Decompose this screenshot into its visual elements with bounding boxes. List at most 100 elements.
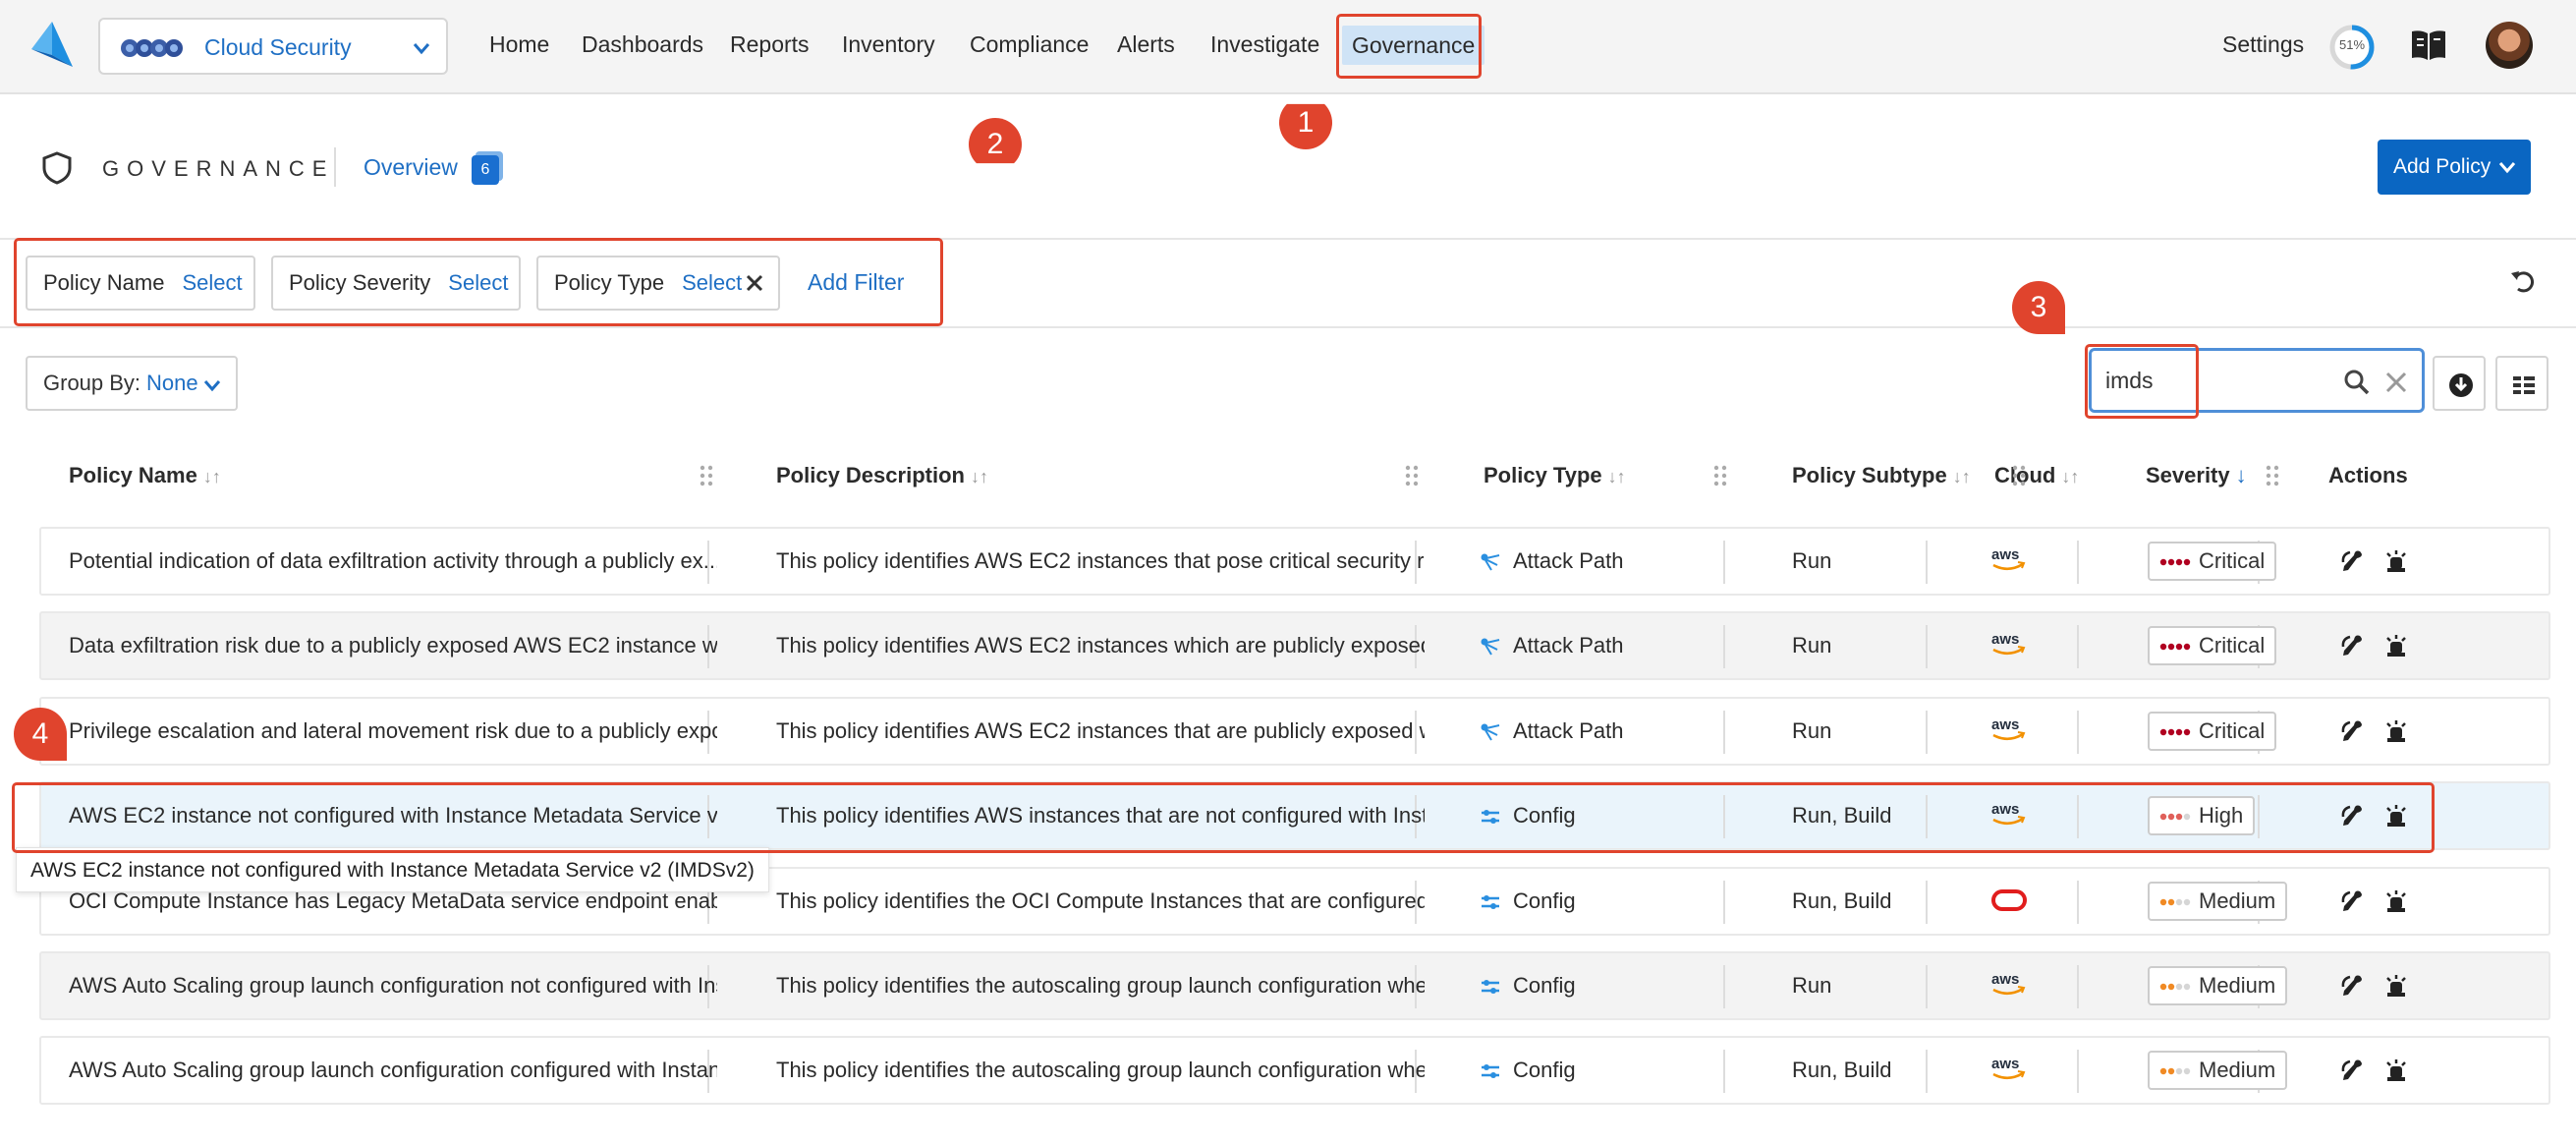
- brand-logo-icon[interactable]: [29, 20, 75, 71]
- nav-compliance[interactable]: Compliance: [970, 28, 1089, 61]
- nav-home[interactable]: Home: [489, 28, 549, 61]
- column-settings-button[interactable]: [2495, 356, 2548, 411]
- nav-reports[interactable]: Reports: [730, 28, 810, 61]
- usage-label: 51%: [2338, 37, 2366, 52]
- column-header-policy-type[interactable]: Policy Type ↓↑: [1484, 460, 1626, 492]
- search-box[interactable]: [2089, 348, 2425, 413]
- filter-select[interactable]: Select: [448, 270, 508, 295]
- filter-policy-type[interactable]: Policy Type Select: [536, 256, 780, 311]
- edit-icon[interactable]: [2340, 1058, 2366, 1083]
- alert-rule-icon[interactable]: [2383, 548, 2409, 574]
- nav-settings[interactable]: Settings: [2222, 28, 2304, 61]
- policy-name-link[interactable]: Potential indication of data exfiltratio…: [69, 529, 717, 594]
- alert-rule-icon[interactable]: [2383, 633, 2409, 658]
- undo-icon[interactable]: [2509, 267, 2537, 295]
- annotation-badge-3: 3: [2010, 279, 2067, 336]
- divider: [0, 326, 2576, 328]
- group-by-label: Group By:: [43, 371, 141, 395]
- nav-alerts[interactable]: Alerts: [1117, 28, 1175, 61]
- column-header-severity[interactable]: Severity ↓: [2146, 460, 2247, 491]
- chevron-down-icon: [2498, 162, 2516, 174]
- table-row[interactable]: Privilege escalation and lateral movemen…: [39, 697, 2550, 766]
- severity-level-icon: [2159, 1067, 2191, 1075]
- column-drag-handle-icon[interactable]: [2012, 464, 2026, 487]
- edit-icon[interactable]: [2340, 548, 2366, 574]
- alert-rule-icon[interactable]: [2383, 803, 2409, 829]
- edit-icon[interactable]: [2340, 973, 2366, 999]
- policy-name-link[interactable]: Privilege escalation and lateral movemen…: [69, 699, 717, 764]
- table-row[interactable]: Data exfiltration risk due to a publicly…: [39, 611, 2550, 680]
- filter-label: Policy Name: [43, 270, 165, 295]
- add-filter-button[interactable]: Add Filter: [808, 265, 904, 299]
- edit-icon[interactable]: [2340, 803, 2366, 829]
- policy-name-link[interactable]: Data exfiltration risk due to a publicly…: [69, 613, 717, 678]
- edit-icon[interactable]: [2340, 718, 2366, 744]
- app-switcher[interactable]: Cloud Security: [98, 18, 448, 75]
- sort-icon[interactable]: ↓↑: [2061, 467, 2079, 486]
- column-drag-handle-icon[interactable]: [1405, 464, 1419, 487]
- column-header-cloud[interactable]: Cloud ↓↑: [1994, 460, 2079, 492]
- severity-badge: Critical: [2148, 626, 2277, 665]
- alert-rule-icon[interactable]: [2383, 973, 2409, 999]
- user-avatar[interactable]: [2486, 22, 2533, 69]
- edit-icon[interactable]: [2340, 633, 2366, 658]
- overview-link[interactable]: Overview: [364, 152, 458, 182]
- policy-type: Config: [1480, 869, 1745, 934]
- remove-filter-icon[interactable]: [745, 273, 764, 293]
- edit-icon[interactable]: [2340, 888, 2366, 914]
- column-drag-handle-icon[interactable]: [1713, 464, 1727, 487]
- search-input[interactable]: [2105, 361, 2322, 400]
- add-policy-button[interactable]: Add Policy: [2378, 140, 2531, 195]
- annotation-label: 4: [31, 717, 49, 750]
- overview-count-badge[interactable]: 6: [470, 149, 505, 185]
- table-row[interactable]: Potential indication of data exfiltratio…: [39, 527, 2550, 596]
- alert-rule-icon[interactable]: [2383, 1058, 2409, 1083]
- sort-icon[interactable]: ↓↑: [203, 467, 221, 486]
- column-header-policy-description[interactable]: Policy Description ↓↑: [776, 460, 988, 492]
- policy-name-link[interactable]: AWS Auto Scaling group launch configurat…: [69, 1038, 717, 1103]
- filter-policy-severity[interactable]: Policy Severity Select: [271, 256, 521, 311]
- column-separator: [2258, 795, 2260, 838]
- nav-inventory[interactable]: Inventory: [842, 28, 935, 61]
- column-header-policy-subtype[interactable]: Policy Subtype ↓↑: [1792, 460, 1971, 492]
- annotation-badge-4: 4: [12, 706, 69, 763]
- svg-text:aws: aws: [1991, 801, 2019, 818]
- group-by-dropdown[interactable]: Group By: None: [26, 356, 238, 411]
- annotation-label: 1: [1297, 106, 1315, 139]
- filter-label: Policy Severity: [289, 270, 431, 295]
- severity-badge: Medium: [2148, 882, 2288, 921]
- column-header-policy-name[interactable]: Policy Name ↓↑: [69, 460, 221, 492]
- filter-select[interactable]: Select: [182, 270, 242, 295]
- oracle-cloud-logo-icon: [1991, 889, 2027, 911]
- sort-icon[interactable]: ↓↑: [971, 467, 988, 486]
- severity-label: Critical: [2199, 633, 2266, 658]
- severity-level-icon: [2159, 558, 2191, 566]
- filter-policy-name[interactable]: Policy Name Select: [26, 256, 255, 311]
- prisma-cloud-logo-icon: [121, 39, 183, 57]
- policy-name-link[interactable]: AWS EC2 instance not configured with Ins…: [69, 783, 717, 848]
- download-button[interactable]: [2433, 356, 2486, 411]
- sort-icon[interactable]: ↓↑: [1608, 467, 1626, 486]
- sort-icon[interactable]: ↓↑: [1953, 467, 1971, 486]
- nav-investigate[interactable]: Investigate: [1210, 28, 1319, 61]
- book-icon[interactable]: [2409, 28, 2448, 63]
- sort-descending-icon[interactable]: ↓: [2236, 463, 2247, 487]
- policy-type-label: Config: [1513, 888, 1576, 913]
- nav-dashboards[interactable]: Dashboards: [582, 28, 703, 61]
- column-drag-handle-icon[interactable]: [700, 464, 713, 487]
- column-drag-handle-icon[interactable]: [2266, 464, 2279, 487]
- policy-subtype: Run: [1792, 548, 1832, 573]
- policy-subtype: Run, Build: [1792, 1058, 1892, 1082]
- policy-name-link[interactable]: AWS Auto Scaling group launch configurat…: [69, 953, 717, 1018]
- alert-rule-icon[interactable]: [2383, 888, 2409, 914]
- close-icon[interactable]: [2384, 371, 2408, 394]
- table-row[interactable]: AWS Auto Scaling group launch configurat…: [39, 1036, 2550, 1105]
- download-icon: [2449, 373, 2473, 397]
- alert-rule-icon[interactable]: [2383, 718, 2409, 744]
- usage-progress-ring[interactable]: 51%: [2328, 24, 2376, 71]
- filter-select[interactable]: Select: [682, 270, 742, 295]
- table-row[interactable]: AWS Auto Scaling group launch configurat…: [39, 951, 2550, 1020]
- nav-governance[interactable]: Governance: [1342, 26, 1485, 65]
- table-row[interactable]: AWS EC2 instance not configured with Ins…: [39, 781, 2550, 850]
- search-icon[interactable]: [2343, 369, 2371, 396]
